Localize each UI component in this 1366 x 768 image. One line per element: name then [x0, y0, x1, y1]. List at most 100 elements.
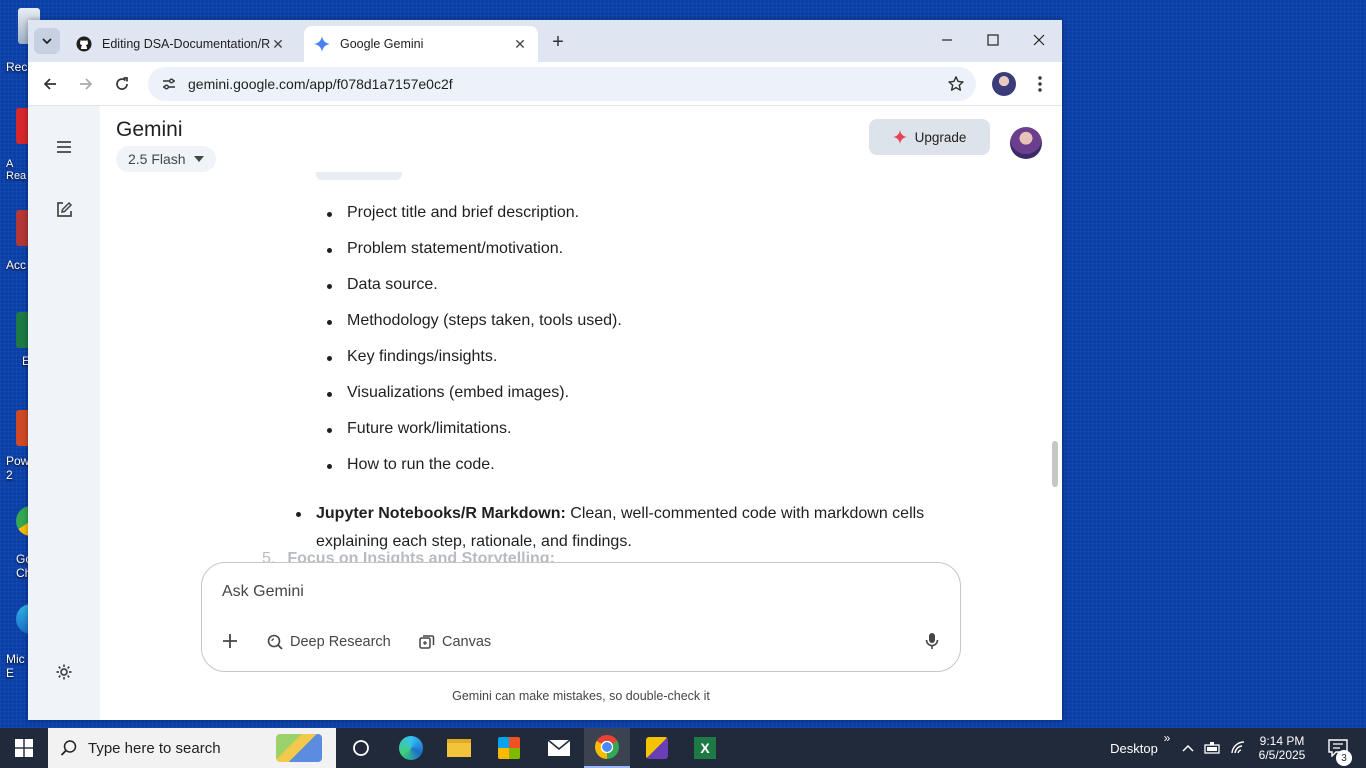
back-button[interactable]: [36, 70, 64, 98]
folder-icon: [447, 739, 471, 757]
chat-response: Project title and brief description. Pro…: [100, 172, 1050, 562]
taskbar-mail[interactable]: [536, 728, 582, 768]
upgrade-button[interactable]: Upgrade: [869, 119, 990, 155]
list-item-bold: Jupyter Notebooks/R Markdown:: [316, 505, 566, 522]
main-menu-button[interactable]: [50, 133, 78, 161]
disclaimer-text: Gemini can make mistakes, so double-chec…: [452, 689, 710, 703]
desktop-toolbar-label[interactable]: Desktop: [1106, 728, 1162, 768]
deep-research-button[interactable]: Deep Research: [266, 629, 391, 655]
caret-down-icon: [193, 156, 204, 162]
windows-logo-icon: [15, 739, 33, 757]
task-view-button[interactable]: [338, 728, 384, 768]
close-icon: [1033, 34, 1045, 46]
settings-button[interactable]: [50, 658, 78, 686]
list-item: Methodology (steps taken, tools used).: [327, 312, 622, 329]
address-bar[interactable]: gemini.google.com/app/f078d1a7157e0c2f: [148, 67, 976, 101]
taskbar: Type here to search X Desktop » 9:14 PM …: [0, 728, 1366, 768]
site-settings-icon[interactable]: [158, 73, 180, 95]
start-button[interactable]: [0, 728, 48, 768]
taskbar-excel[interactable]: X: [682, 728, 728, 768]
chip-label: Canvas: [442, 634, 492, 650]
scrollbar-thumb[interactable]: [1052, 441, 1058, 487]
next-section-heading: 5. Focus on Insights and Storytelling:: [262, 550, 555, 562]
list-item: Future work/limitations.: [327, 420, 512, 437]
list-item: Problem statement/motivation.: [326, 240, 564, 257]
chrome-icon: [595, 735, 619, 759]
store-icon: [498, 737, 520, 759]
browser-menu-button[interactable]: [1026, 70, 1054, 98]
bookmark-star-icon[interactable]: [942, 70, 970, 98]
edge-icon: [399, 736, 423, 760]
minimize-button[interactable]: [924, 20, 970, 60]
wifi-icon[interactable]: [1228, 728, 1250, 768]
close-tab-icon[interactable]: ✕: [512, 36, 528, 52]
arrow-right-icon: [80, 78, 93, 90]
maximize-button[interactable]: [970, 20, 1016, 60]
edit-square-icon: [57, 201, 73, 217]
app-title: Gemini: [116, 118, 183, 141]
gear-icon: [56, 664, 72, 680]
tab-gemini[interactable]: Google Gemini ✕: [304, 26, 538, 62]
chevron-down-icon: [42, 38, 52, 45]
close-window-button[interactable]: [1016, 20, 1062, 60]
tab-title: Editing DSA-Documentation/RE: [102, 37, 270, 51]
chevron-double-right-icon[interactable]: »: [1160, 718, 1174, 758]
prompt-composer[interactable]: Ask Gemini Deep Research Canvas: [201, 562, 961, 672]
tab-title: Google Gemini: [340, 37, 424, 51]
list-item-jupyter: Jupyter Notebooks/R Markdown: Clean, wel…: [296, 500, 956, 556]
cortana-circle-icon: [353, 740, 369, 756]
gemini-sparkle-icon: [892, 130, 907, 144]
canvas-button[interactable]: Canvas: [418, 629, 491, 655]
close-tab-icon[interactable]: ✕: [270, 36, 286, 52]
minimize-icon: [942, 39, 952, 41]
add-files-button[interactable]: [216, 627, 244, 655]
chevron-up-icon: [1182, 744, 1194, 752]
new-chat-button[interactable]: [50, 196, 78, 224]
search-placeholder: Type here to search: [88, 739, 221, 757]
search-highlight-icon: [276, 734, 322, 762]
tab-strip: Editing DSA-Documentation/RE ✕ Google Ge…: [28, 20, 1062, 62]
github-icon: [76, 36, 92, 52]
taskbar-chrome[interactable]: [584, 728, 630, 768]
more-vert-icon: [1038, 76, 1042, 92]
clock-date: 6/5/2025: [1258, 748, 1306, 762]
prompt-input[interactable]: Ask Gemini: [222, 583, 304, 601]
clock[interactable]: 9:14 PM 6/5/2025: [1254, 728, 1310, 768]
desktop-icon-label: Pow 2: [6, 454, 30, 482]
app-tool-icon: [646, 737, 668, 759]
desktop-icon-label: Acc: [6, 258, 27, 272]
browser-profile-avatar[interactable]: [992, 72, 1016, 96]
taskbar-app-tool[interactable]: [634, 728, 680, 768]
taskbar-edge[interactable]: [388, 728, 434, 768]
new-tab-button[interactable]: +: [546, 30, 570, 54]
taskbar-store[interactable]: [486, 728, 532, 768]
reload-button[interactable]: [108, 70, 136, 98]
deep-research-icon: [267, 634, 283, 650]
upgrade-label: Upgrade: [914, 129, 967, 145]
gemini-icon: [314, 36, 330, 52]
arrow-left-icon: [43, 78, 56, 90]
notification-count-badge: 3: [1336, 750, 1352, 766]
url-text: gemini.google.com/app/f078d1a7157e0c2f: [188, 76, 453, 92]
side-rail: [28, 106, 100, 720]
list-item: Key findings/insights.: [326, 348, 498, 365]
forward-button[interactable]: [72, 70, 100, 98]
browser-toolbar: gemini.google.com/app/f078d1a7157e0c2f: [28, 62, 1062, 106]
gemini-app: Gemini 2.5 Flash Upgrade Project title a…: [28, 106, 1062, 720]
user-avatar[interactable]: [1010, 127, 1042, 159]
section-number: 5.: [262, 550, 276, 562]
battery-icon[interactable]: [1202, 728, 1224, 768]
taskbar-file-explorer[interactable]: [436, 728, 482, 768]
tab-search-button[interactable]: [34, 28, 60, 54]
notification-center-button[interactable]: 3: [1318, 728, 1358, 768]
show-hidden-icons-button[interactable]: [1178, 728, 1198, 768]
desktop-icon-label: Mic E: [6, 652, 25, 680]
model-selector[interactable]: 2.5 Flash: [116, 146, 216, 172]
tab-github[interactable]: Editing DSA-Documentation/RE ✕: [66, 26, 296, 62]
hamburger-menu-icon: [57, 141, 71, 153]
reload-icon: [116, 77, 128, 90]
chip-label: Deep Research: [290, 634, 391, 650]
inline-code-chip: [316, 172, 402, 180]
microphone-button[interactable]: [920, 629, 944, 653]
taskbar-search[interactable]: Type here to search: [48, 728, 336, 768]
